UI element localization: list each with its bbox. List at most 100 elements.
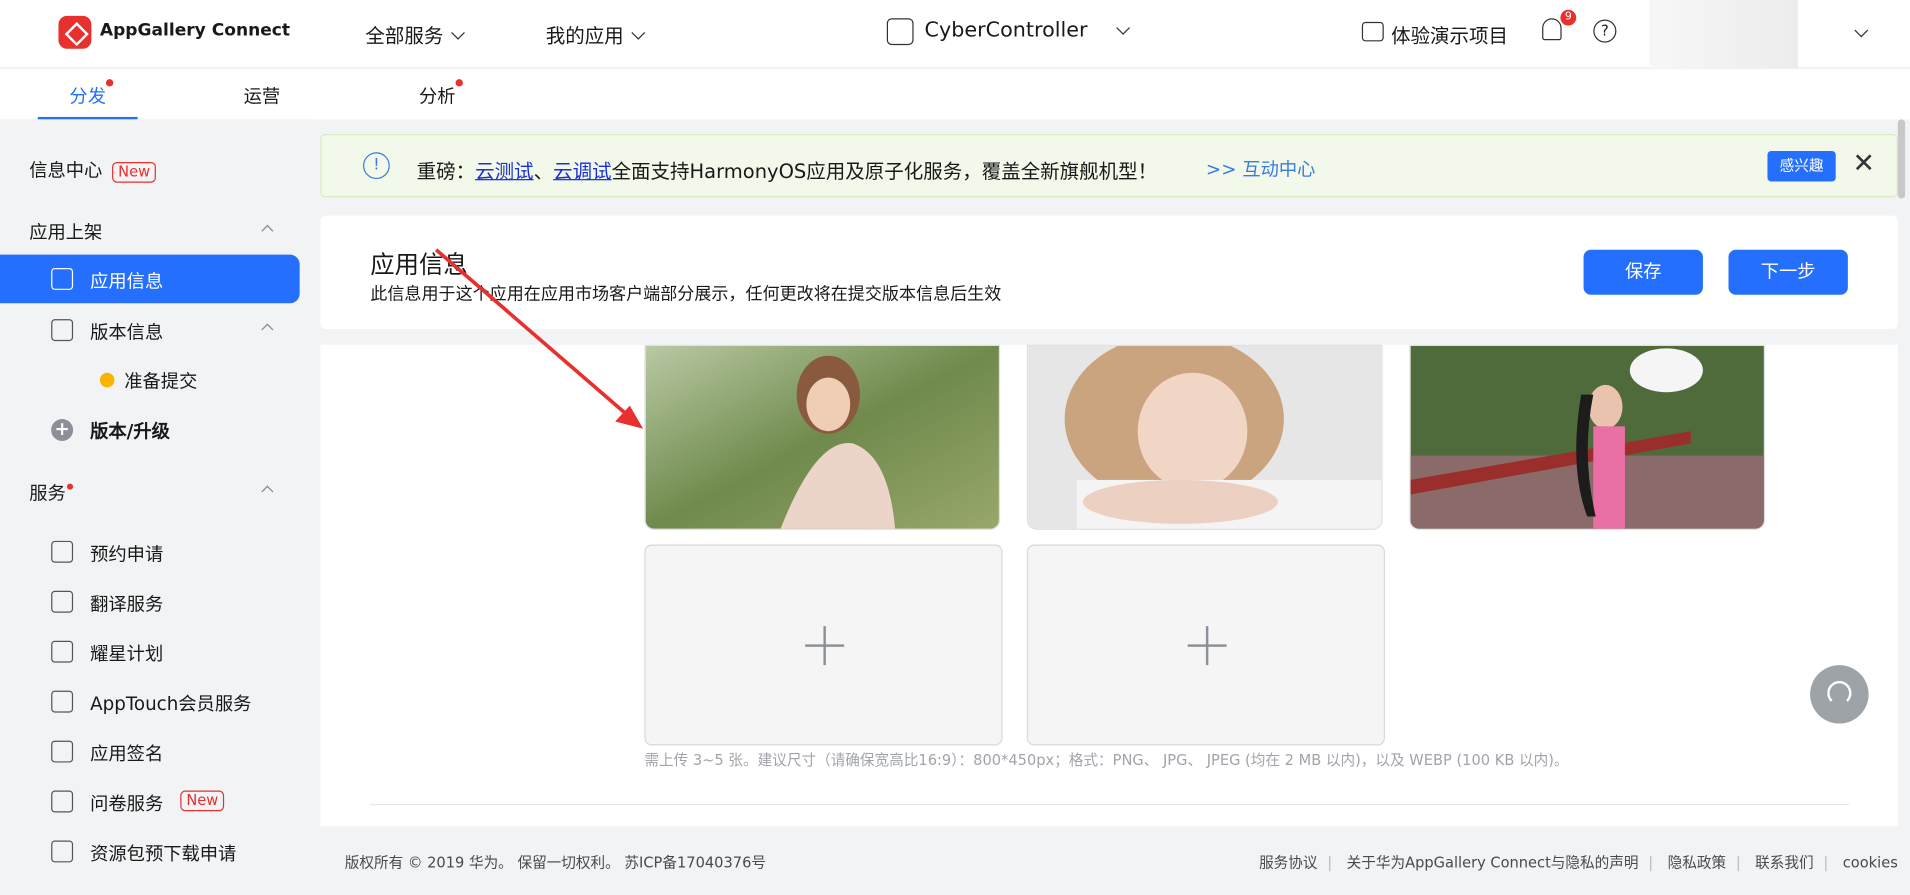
translate-icon (51, 590, 74, 613)
demo-project-link[interactable]: 体验演示项目 (1391, 19, 1508, 48)
separator: | (1648, 853, 1654, 871)
banner-text: 重磅：云测试、云调试全面支持HarmonyOS应用及原子化服务，覆盖全新旗舰机型… (416, 159, 1158, 183)
app-bag-icon (886, 18, 914, 46)
separator: | (1735, 853, 1741, 871)
sidebar-item-signature[interactable]: 应用签名 (0, 727, 300, 776)
document-icon (51, 267, 74, 290)
page-header-card: 应用信息 此信息用于这个应用在应用市场客户端部分展示，任何更改将在提交版本信息后… (320, 215, 1898, 329)
members-icon (51, 690, 74, 713)
sidebar-item-checklist[interactable]: 问卷服务 New (0, 777, 300, 826)
info-icon: ! (362, 152, 390, 180)
sidebar-item-label: 问卷服务 (90, 792, 164, 815)
plus-icon (805, 626, 845, 666)
copyright-text: 版权所有 © 2019 华为。 保留一切权利。 苏ICP备17040376号 (344, 853, 767, 871)
sidebar-item-label: 预约申请 (90, 543, 164, 566)
screenshots-section: 需上传 3~5 张。建议尺寸（请确保宽高比16:9）：800*450px；格式：… (320, 344, 1898, 826)
footer-link-privacy-statement[interactable]: 关于华为AppGallery Connect与隐私的声明 (1347, 854, 1639, 871)
sidebar-item-ready-submit[interactable]: 准备提交 (124, 368, 197, 394)
chevron-down-icon (1854, 23, 1869, 38)
announcement-banner: ! 重磅：云测试、云调试全面支持HarmonyOS应用及原子化服务，覆盖全新旗舰… (320, 133, 1898, 198)
brand-name[interactable]: AppGallery Connect (100, 21, 290, 40)
chevron-up-icon (261, 323, 274, 336)
footer-link-service-agreement[interactable]: 服务协议 (1259, 854, 1317, 871)
top-navigation-bar: AppGallery Connect 全部服务 我的应用 CyberContro… (0, 0, 1910, 69)
user-account-area[interactable] (1649, 0, 1798, 69)
sidebar-item-version-info[interactable]: 版本信息 (0, 306, 300, 355)
save-button[interactable]: 保存 (1583, 249, 1703, 295)
footer-link-cookies[interactable]: cookies (1843, 854, 1898, 871)
sidebar-item-star-badge[interactable]: 耀星计划 (0, 627, 300, 676)
tab-analytics[interactable]: 分析 (419, 79, 463, 109)
photo-lying-portrait (1028, 345, 1382, 529)
signature-icon (51, 740, 74, 763)
screenshot-thumbnail[interactable] (644, 344, 1001, 530)
plus-icon (1187, 626, 1227, 666)
sidebar-item-label: 耀星计划 (90, 643, 164, 666)
services-red-dot (67, 483, 74, 490)
module-tab-bar: 分发 运营 分析 (0, 69, 1910, 120)
close-icon[interactable]: ✕ (1852, 149, 1876, 179)
interested-button[interactable]: 感兴趣 (1767, 151, 1836, 182)
upload-screenshot-slot[interactable] (644, 544, 1003, 746)
demo-project-icon (1361, 21, 1384, 42)
chevron-down-icon (1116, 21, 1130, 35)
sidebar-item-label: 翻译服务 (90, 593, 164, 616)
new-tag: New (112, 162, 157, 183)
tab-red-dot (105, 79, 114, 87)
add-circle-icon[interactable]: + (51, 418, 74, 441)
package-icon (51, 840, 74, 863)
status-dot-icon (99, 372, 115, 388)
help-icon[interactable]: ? (1593, 19, 1617, 43)
sidebar-item-label: AppTouch会员服务 (90, 693, 252, 716)
footer-links: 服务协议 | 关于华为AppGallery Connect与隐私的声明 | 隐私政策… (1259, 851, 1898, 872)
sidebar-item-calendar-clock[interactable]: 预约申请 (0, 527, 300, 576)
app-window: AppGallery Connect 全部服务 我的应用 CyberContro… (0, 0, 1910, 895)
calendar-clock-icon (51, 540, 74, 563)
chevron-up-icon (261, 224, 274, 237)
cloud-debug-link[interactable]: 云调试 (553, 160, 611, 183)
next-step-button[interactable]: 下一步 (1728, 249, 1848, 295)
user-menu-chevron[interactable] (1847, 22, 1869, 45)
sidebar-group-listing[interactable]: 应用上架 (29, 219, 274, 245)
sidebar-item-app-info[interactable]: 应用信息 (0, 254, 300, 304)
sidebar-item-members[interactable]: AppTouch会员服务 (0, 677, 300, 726)
all-services-menu[interactable]: 全部服务 (365, 19, 465, 48)
sidebar-group-services[interactable]: 服务 (29, 480, 274, 506)
star-badge-icon (51, 640, 74, 663)
appgallery-logo-icon[interactable] (58, 15, 92, 49)
my-apps-menu[interactable]: 我的应用 (546, 19, 646, 48)
footer: 版权所有 © 2019 华为。 保留一切权利。 苏ICP备17040376号 服… (320, 840, 1910, 884)
sidebar-item-version-upgrade[interactable]: 版本/升级 (90, 418, 170, 444)
screenshot-thumbnail[interactable] (1409, 344, 1766, 530)
current-app-name[interactable]: CyberController (925, 18, 1088, 42)
tab-distribution[interactable]: 分发 (69, 79, 114, 109)
footer-link-contact-us[interactable]: 联系我们 (1755, 854, 1813, 871)
upload-screenshot-slot[interactable] (1026, 544, 1385, 746)
sidebar-item-label: 资源包预下载申请 (90, 842, 237, 865)
sidebar-item-package[interactable]: 资源包预下载申请 (0, 827, 300, 876)
scrollbar[interactable] (1897, 119, 1906, 199)
app-switcher-chevron[interactable] (1108, 19, 1130, 42)
tab-operations[interactable]: 运营 (244, 83, 281, 109)
upload-hint: 需上传 3~5 张。建议尺寸（请确保宽高比16:9）：800*450px；格式：… (644, 751, 1569, 769)
photo-garden-portrait (645, 345, 999, 529)
footer-link-privacy-policy[interactable]: 隐私政策 (1668, 854, 1726, 871)
cloud-test-link[interactable]: 云测试 (475, 160, 533, 183)
separator: | (1327, 853, 1333, 871)
notification-badge: 9 (1560, 9, 1577, 26)
customer-service-icon[interactable] (1810, 665, 1869, 724)
separator: | (1823, 853, 1829, 871)
sidebar-item-info-center[interactable]: 信息中心 New (29, 157, 157, 183)
photo-railing-portrait (1410, 345, 1764, 529)
checklist-icon (51, 790, 74, 813)
new-tag: New (180, 790, 225, 812)
sidebar-item-translate[interactable]: 翻译服务 (0, 577, 300, 626)
page-subtitle: 此信息用于这个应用在应用市场客户端部分展示，任何更改将在提交版本信息后生效 (370, 285, 1002, 305)
notification-bell-icon[interactable] (1542, 18, 1562, 41)
interaction-center-link[interactable]: >> 互动中心 (1206, 156, 1316, 182)
chevron-up-icon (261, 485, 274, 498)
screenshot-thumbnail[interactable] (1026, 344, 1383, 530)
chevron-down-icon (631, 25, 646, 40)
tab-red-dot (455, 79, 463, 87)
section-divider (370, 803, 1850, 806)
